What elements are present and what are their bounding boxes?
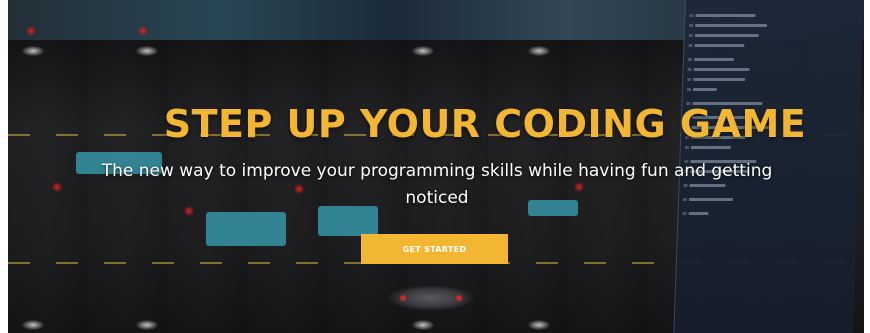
hero-headline: STEP UP YOUR CODING GAME [163,102,807,146]
street-lamp [412,320,434,330]
red-light [26,26,36,36]
street-lamp [528,320,550,330]
hero-subheadline: The new way to improve your programming … [101,161,773,208]
street-lamp [412,46,434,56]
water-tile [206,212,286,246]
hero-banner: STEP UP YOUR CODING GAME The new way to … [8,0,864,333]
red-light [52,182,62,192]
street-lamp [528,46,550,56]
get-started-button[interactable]: GET STARTED [361,234,508,264]
red-light [138,26,148,36]
street-lamp [136,46,158,56]
street-lamp [136,320,158,330]
street-lamp [22,320,44,330]
player-car [386,285,476,311]
street-lamp [22,46,44,56]
